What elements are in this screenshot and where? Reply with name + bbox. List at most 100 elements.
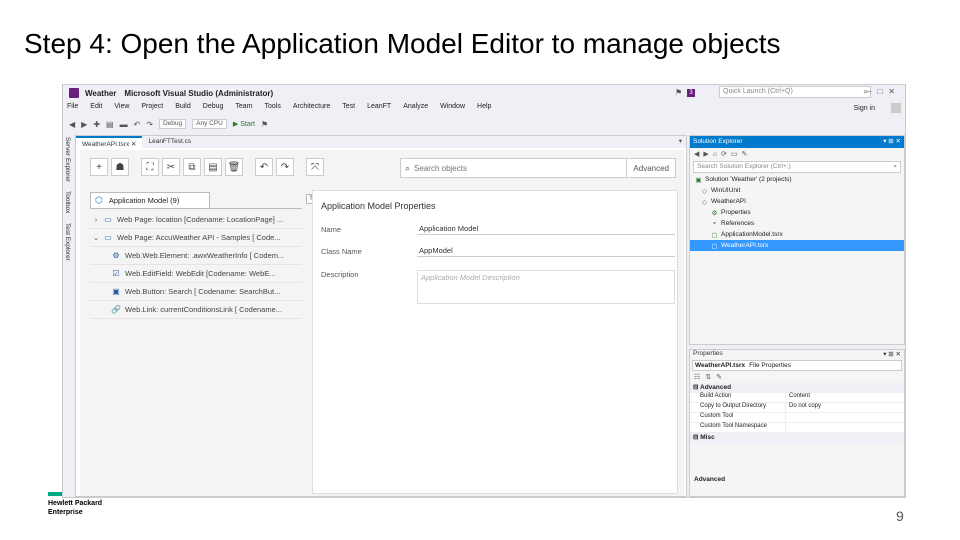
menu-file[interactable]: File	[67, 103, 78, 115]
menu-architecture[interactable]: Architecture	[293, 103, 330, 115]
menu-edit[interactable]: Edit	[90, 103, 102, 115]
window-title: Microsoft Visual Studio (Administrator)	[124, 88, 274, 98]
notification-flag-icon[interactable]: ⚑	[675, 88, 682, 97]
window-icon: ▭	[104, 215, 112, 224]
categorized-icon[interactable]: ☷	[694, 373, 700, 381]
copy-button[interactable]: ⧉	[183, 158, 201, 176]
solution-item[interactable]: ◇ WeatherAPI	[690, 196, 904, 207]
wrench-icon[interactable]: ✎	[716, 373, 722, 381]
menu-tools[interactable]: Tools	[265, 103, 281, 115]
tree-node-label: Web.EditField: WebEdit [Codename: WebE..…	[125, 269, 276, 278]
menu-test[interactable]: Test	[342, 103, 355, 115]
chevron-down-icon[interactable]: ⌄	[90, 233, 102, 242]
solution-item[interactable]: ▢ ApplicationModel.tsrx	[690, 229, 904, 240]
property-row[interactable]: Build Action Content	[690, 393, 904, 403]
undo-button[interactable]: ↶	[255, 158, 273, 176]
menu-debug[interactable]: Debug	[203, 103, 224, 115]
properties-description-title: Advanced	[694, 476, 726, 483]
tree-node[interactable]: ☑ Web.EditField: WebEdit [Codename: WebE.…	[90, 265, 302, 283]
tree-root[interactable]: ⬡ Application Model (9)	[90, 192, 210, 208]
collapse-icon[interactable]: ▭	[731, 150, 738, 158]
solution-item[interactable]: ◇ WinUIUnit	[690, 185, 904, 196]
property-value: Do not copy	[789, 403, 822, 409]
project-icon: ◇	[702, 198, 707, 206]
menu-help[interactable]: Help	[477, 103, 491, 115]
category-advanced[interactable]: ⊟ Advanced	[690, 383, 904, 393]
property-row[interactable]: Custom Tool	[690, 413, 904, 423]
menu-team[interactable]: Team	[235, 103, 252, 115]
redo-button[interactable]: ↷	[276, 158, 294, 176]
tree-node-label: Web.Button: Search [ Codename: SearchBut…	[125, 287, 281, 296]
back-icon[interactable]: ◀	[69, 120, 75, 129]
category-misc[interactable]: ⊟ Misc	[690, 433, 904, 443]
solution-item[interactable]: ▣ Solution 'Weather' (2 projects)	[690, 174, 904, 185]
wrench-icon[interactable]: ✎	[742, 150, 748, 158]
pane-controls[interactable]: ▾ ⊞ ✕	[883, 350, 901, 358]
forward-icon[interactable]: ▶	[703, 150, 708, 158]
delete-button[interactable]: 🗑	[225, 158, 243, 176]
highlight-button[interactable]: ⛶	[141, 158, 159, 176]
description-field[interactable]: Application Model Description	[417, 270, 675, 304]
solution-explorer-search[interactable]: Search Solution Explorer (Ctrl+;) ⌕	[693, 161, 901, 173]
test-explorer-tab[interactable]: Test Explorer	[64, 223, 71, 261]
start-button[interactable]: ▶ Start	[233, 120, 255, 128]
solution-item-label: WeatherAPI.tsrx	[721, 242, 769, 249]
solution-item-label: WinUIUnit	[711, 187, 741, 194]
solution-item-label: Properties	[721, 209, 751, 216]
name-field[interactable]: Application Model	[417, 223, 675, 235]
avatar[interactable]	[891, 103, 901, 113]
platform-select[interactable]: Any CPU	[192, 119, 227, 129]
add-object-button[interactable]: +	[90, 158, 108, 176]
forward-icon[interactable]: ▶	[81, 120, 87, 129]
advanced-search-button[interactable]: Advanced	[626, 159, 675, 177]
tab-leanfttest[interactable]: LeanFTTest.cs	[142, 136, 197, 148]
solution-item[interactable]: ▪ References	[690, 218, 904, 229]
server-explorer-tab[interactable]: Server Explorer	[64, 137, 71, 182]
tree-node[interactable]: › ▭ Web Page: location [Codename: Location…	[90, 211, 302, 229]
search-objects-input[interactable]	[410, 163, 627, 173]
cut-button[interactable]: ✂	[162, 158, 180, 176]
solution-item-label: ApplicationModel.tsrx	[721, 231, 783, 238]
tree-node[interactable]: ▣ Web.Button: Search [ Codename: SearchBu…	[90, 283, 302, 301]
undo-icon[interactable]: ↶	[134, 120, 141, 129]
menu-view[interactable]: View	[114, 103, 129, 115]
page-number: 9	[896, 508, 904, 524]
menu-analyze[interactable]: Analyze	[403, 103, 428, 115]
menu-project[interactable]: Project	[141, 103, 163, 115]
configuration-select[interactable]: Debug	[158, 119, 187, 129]
chevron-right-icon[interactable]: ›	[90, 215, 102, 224]
sign-in-link[interactable]: Sign in	[854, 105, 875, 112]
property-row[interactable]: Copy to Output Directory Do not copy	[690, 403, 904, 413]
back-icon[interactable]: ◀	[694, 150, 699, 158]
solution-item-label: References	[721, 220, 755, 227]
properties-object-select[interactable]: WeatherAPI.tsrx File Properties	[692, 360, 902, 371]
spy-button[interactable]: ☗	[111, 158, 129, 176]
pane-controls[interactable]: ▾ ⊞ ✕	[883, 136, 901, 148]
menu-window[interactable]: Window	[440, 103, 465, 115]
new-project-icon[interactable]: ✚	[93, 120, 100, 129]
home-icon[interactable]: ⌂	[713, 151, 717, 158]
solution-item[interactable]: ⚙ Properties	[690, 207, 904, 218]
class-name-field[interactable]: AppModel	[417, 245, 675, 257]
tree-node[interactable]: 🔗 Web.Link: currentConditionsLink [ Coden…	[90, 301, 302, 319]
sync-icon[interactable]: ⟳	[721, 150, 727, 158]
toolbox-tab[interactable]: Toolbox	[64, 191, 71, 213]
editor-toolbar: + ☗ ⛶ ✂ ⧉ ▤ 🗑 ↶ ↷ ⤧	[90, 158, 324, 176]
save-icon[interactable]: ▬	[120, 120, 128, 129]
toolbar-extra-icon[interactable]: ⚑	[261, 120, 268, 129]
menu-build[interactable]: Build	[175, 103, 191, 115]
solution-item-selected[interactable]: ▢ WeatherAPI.tsrx	[690, 240, 904, 251]
tree-node[interactable]: ⚙ Web.Web.Element: .awxWeatherInfo [ Code…	[90, 247, 302, 265]
property-row[interactable]: Custom Tool Namespace	[690, 423, 904, 433]
window-controls[interactable]: ‒□✕	[867, 87, 901, 96]
tree-node[interactable]: ⌄ ▭ Web Page: AccuWeather API - Samples [ …	[90, 229, 302, 247]
menu-leanft[interactable]: LeanFT	[367, 103, 391, 115]
alphabetical-icon[interactable]: ⇅	[705, 373, 711, 381]
open-icon[interactable]: ▤	[106, 120, 114, 129]
quick-launch-input[interactable]: Quick Launch (Ctrl+Q) ⌕	[719, 86, 871, 98]
merge-button[interactable]: ⤧	[306, 158, 324, 176]
paste-button[interactable]: ▤	[204, 158, 222, 176]
chevron-down-icon[interactable]: ▾	[679, 137, 682, 145]
redo-icon[interactable]: ↷	[146, 120, 153, 129]
tab-weatherapi[interactable]: WeatherAPI.tsrx ✕	[76, 136, 143, 148]
